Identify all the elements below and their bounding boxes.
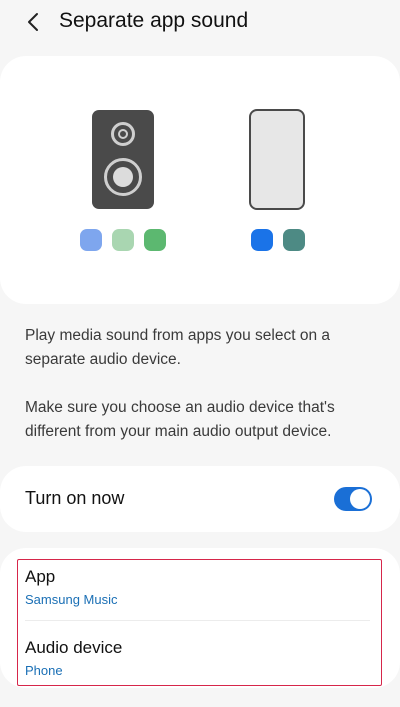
description-text: Play media sound from apps you select on… <box>25 327 331 368</box>
illustration-card <box>0 56 400 304</box>
turn-on-now-row[interactable]: Turn on now <box>0 466 400 532</box>
divider <box>25 620 370 621</box>
app-dot-3 <box>144 229 166 251</box>
app-dot-1 <box>80 229 102 251</box>
back-button[interactable] <box>20 8 48 36</box>
app-setting-item[interactable]: App Samsung Music <box>25 567 365 607</box>
phone-icon <box>249 109 305 210</box>
app-dot-2 <box>112 229 134 251</box>
warning-text: Make sure you choose an audio device tha… <box>25 399 335 440</box>
speaker-tweeter <box>111 122 135 146</box>
app-setting-value: Samsung Music <box>25 592 118 607</box>
turn-on-switch[interactable] <box>334 487 372 511</box>
app-dot-4 <box>251 229 273 251</box>
audio-device-setting-item[interactable]: Audio device Phone <box>25 638 365 678</box>
speaker-icon <box>92 110 154 209</box>
page-title: Separate app sound <box>59 9 249 32</box>
app-dot-5 <box>283 229 305 251</box>
speaker-woofer <box>104 158 142 196</box>
audio-device-setting-title: Audio device <box>25 638 123 657</box>
audio-device-setting-value: Phone <box>25 663 63 678</box>
turn-on-now-label: Turn on now <box>25 488 125 508</box>
app-setting-title: App <box>25 567 56 586</box>
app-bar: Separate app sound <box>0 0 400 44</box>
switch-knob <box>350 489 370 509</box>
chevron-left-icon <box>28 13 38 31</box>
